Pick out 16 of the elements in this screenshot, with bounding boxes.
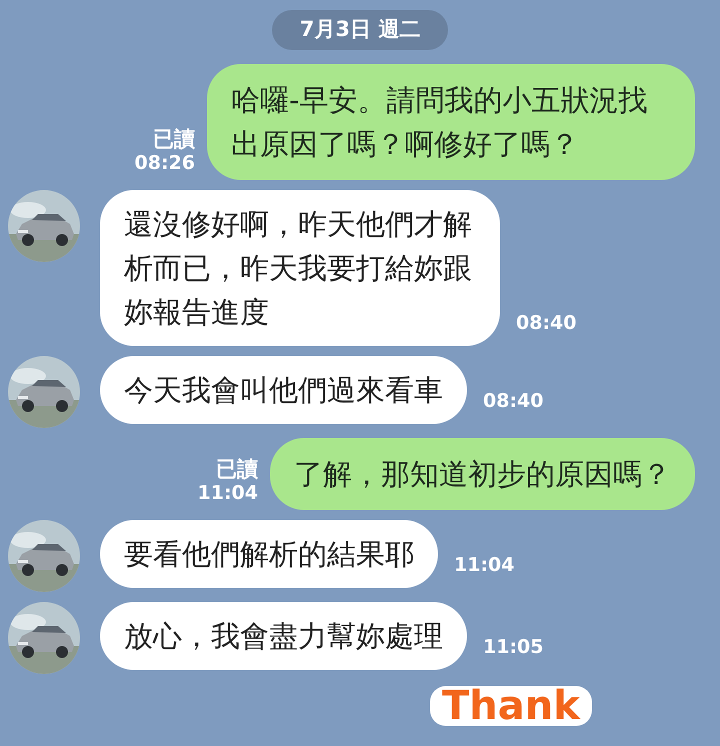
message-time: 11:05 bbox=[483, 635, 544, 660]
read-receipt: 已讀 bbox=[216, 456, 258, 482]
message-bubble: 還沒修好啊，昨天他們才解析而已，昨天我要打給妳跟妳報告進度 bbox=[100, 190, 500, 346]
message-bubble: 了解，那知道初步的原因嗎？ bbox=[270, 438, 695, 510]
message-time: 11:04 bbox=[198, 482, 258, 506]
message-bubble: 要看他們解析的結果耶 bbox=[100, 520, 438, 588]
message-time: 08:40 bbox=[516, 311, 576, 336]
read-receipt: 已讀 bbox=[153, 126, 195, 152]
message-bubble: 今天我會叫他們過來看車 bbox=[100, 356, 467, 424]
sticker-text: Thank bbox=[430, 686, 592, 726]
message-time: 08:40 bbox=[483, 389, 544, 414]
message-bubble: 放心，我會盡力幫妳處理 bbox=[100, 602, 467, 670]
message-time: 11:04 bbox=[454, 553, 514, 578]
date-separator: 7月3日 週二 bbox=[272, 10, 448, 50]
message-bubble: 哈囉-早安。請問我的小五狀況找出原因了嗎？啊修好了嗎？ bbox=[207, 64, 695, 180]
message-time: 08:26 bbox=[134, 152, 195, 176]
